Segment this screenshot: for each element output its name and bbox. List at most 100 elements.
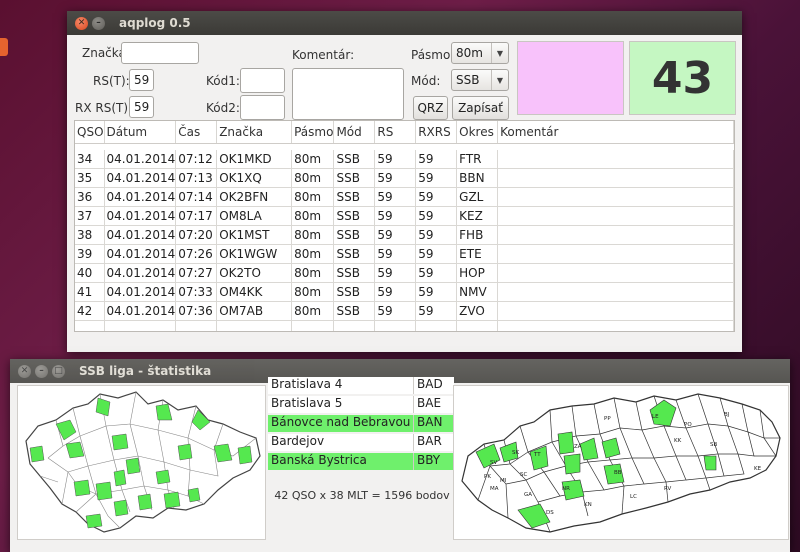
district-code: BAR <box>417 434 442 448</box>
district-name: Bánovce nad Bebravou <box>268 415 414 432</box>
table-cell: 07:26 <box>175 244 218 264</box>
column-header[interactable]: Mód <box>333 121 376 144</box>
district-code: BBY <box>417 453 441 467</box>
district-list-item[interactable]: Bratislava 4 BAD <box>268 377 454 394</box>
column-header[interactable]: Pásmo <box>291 121 335 144</box>
district-list-item[interactable]: Bardejov BAR <box>268 434 454 451</box>
district-name: Bardejov <box>268 434 414 451</box>
log-table: QSO Dátum Čas Značka Pásmo Mód RS RXRS Okres Kome… <box>75 121 734 331</box>
rst-input[interactable]: 59 <box>129 69 154 91</box>
table-cell: OM8LA <box>216 206 293 226</box>
table-cell: ETE <box>456 244 499 264</box>
table-cell: OK1MKD <box>216 150 293 169</box>
table-cell: SSB <box>333 244 376 264</box>
table-cell <box>374 320 417 331</box>
column-header[interactable]: Značka <box>216 121 293 144</box>
column-header[interactable]: QSO <box>75 121 105 144</box>
table-cell: OK2TO <box>216 263 293 283</box>
table-cell: HOP <box>456 263 499 283</box>
table-cell: 04.01.2014 <box>104 263 177 283</box>
table-cell: SSB <box>333 168 376 188</box>
district-list-item[interactable]: Banská Bystrica BBY <box>268 453 454 470</box>
table-cell: SSB <box>333 301 376 321</box>
table-cell: 41 <box>75 282 105 302</box>
close-icon[interactable]: ✕ <box>18 364 31 378</box>
callsign-input[interactable] <box>121 42 199 64</box>
district-name: Bratislava 5 <box>268 396 414 413</box>
district-list-item[interactable]: Bratislava 5 BAE <box>268 396 454 413</box>
map-district-label: MA <box>490 486 499 492</box>
district-list-item[interactable]: Bánovce nad Bebravou BAN <box>268 415 454 432</box>
table-cell: 80m <box>291 187 335 207</box>
column-header[interactable]: Čas <box>175 121 218 144</box>
table-cell: 07:33 <box>175 282 218 302</box>
column-header[interactable]: Okres <box>456 121 499 144</box>
table-row[interactable]: 41 04.01.2014 07:33 OM4KK 80m SSB 59 59 NMV <box>75 282 734 302</box>
table-cell: 04.01.2014 <box>104 168 177 188</box>
table-cell: 59 <box>415 187 458 207</box>
table-row[interactable]: 35 04.01.2014 07:13 OK1XQ 80m SSB 59 59 BBN <box>75 168 734 188</box>
table-row[interactable]: 37 04.01.2014 07:17 OM8LA 80m SSB 59 59 KEZ <box>75 206 734 226</box>
minimize-icon[interactable]: – <box>35 364 48 378</box>
qrz-button[interactable]: QRZ <box>413 96 448 120</box>
table-cell: 80m <box>291 244 335 264</box>
table-cell <box>497 187 734 207</box>
table-cell <box>75 320 105 331</box>
map-district-label: SC <box>520 472 527 478</box>
table-row[interactable]: 34 04.01.2014 07:12 OK1MKD 80m SSB 59 59 FTR <box>75 150 734 169</box>
maximize-icon[interactable]: □ <box>52 364 65 378</box>
district-name: Banská Bystrica <box>268 453 414 470</box>
comment-input[interactable] <box>292 68 404 120</box>
table-row[interactable]: 42 04.01.2014 07:36 OM7AB 80m SSB 59 59 ZVO <box>75 301 734 321</box>
table-cell <box>497 206 734 226</box>
rx-rst-input[interactable]: 59 <box>129 96 154 118</box>
main-window: ✕ – aqplog 0.5 Značka RS(T): 59 RX RS(T)… <box>67 11 742 352</box>
code2-input[interactable] <box>240 95 285 120</box>
table-cell: 04.01.2014 <box>104 282 177 302</box>
table-cell: OK1MST <box>216 225 293 245</box>
window-title: aqplog 0.5 <box>119 16 191 30</box>
table-cell: SSB <box>333 206 376 226</box>
table-cell: 59 <box>415 225 458 245</box>
map-district-label: NR <box>562 486 570 492</box>
table-row[interactable]: 40 04.01.2014 07:27 OK2TO 80m SSB 59 59 HOP <box>75 263 734 283</box>
table-row[interactable]: 39 04.01.2014 07:26 OK1WGW 80m SSB 59 59 ETE <box>75 244 734 264</box>
table-row[interactable]: 38 04.01.2014 07:20 OK1MST 80m SSB 59 59 FHB <box>75 225 734 245</box>
map-district-label: LC <box>630 494 637 500</box>
district-code: BAN <box>417 415 443 429</box>
map-district-label: MI <box>500 478 507 484</box>
minimize-icon[interactable]: – <box>92 16 105 30</box>
main-titlebar[interactable]: ✕ – aqplog 0.5 <box>67 11 742 35</box>
column-header[interactable]: RS <box>374 121 417 144</box>
chevron-down-icon: ▼ <box>491 70 508 90</box>
table-cell: 42 <box>75 301 105 321</box>
table-cell: 59 <box>415 263 458 283</box>
table-cell: FTR <box>456 150 499 169</box>
table-cell: 59 <box>374 282 417 302</box>
table-cell: 07:20 <box>175 225 218 245</box>
mode-select[interactable]: SSB ▼ <box>451 69 509 91</box>
table-cell: 35 <box>75 168 105 188</box>
table-cell <box>497 301 734 321</box>
close-icon[interactable]: ✕ <box>75 16 88 30</box>
save-button[interactable]: Zapísať <box>452 96 509 120</box>
stats-window: ✕ – □ SSB liga - štatistika Bratislava 4… <box>10 359 790 552</box>
district-list[interactable]: Bratislava 4 BAD Bratislava 5 BAE Bánovce na… <box>268 377 456 471</box>
column-header[interactable]: Komentár <box>497 121 734 144</box>
column-header[interactable]: Dátum <box>104 121 177 144</box>
column-header[interactable]: RXRS <box>415 121 458 144</box>
code1-input[interactable] <box>240 68 285 93</box>
map-district-label: DS <box>546 510 554 516</box>
slovakia-map: SK MI SV KE RV PO BJ LE PP SB KK TT NR ZA BB LC KN DS SC MA… <box>453 385 789 540</box>
table-cell: 59 <box>374 187 417 207</box>
table-cell: 80m <box>291 206 335 226</box>
band-select[interactable]: 80m ▼ <box>451 42 509 64</box>
table-cell: 36 <box>75 187 105 207</box>
table-cell: OK1WGW <box>216 244 293 264</box>
map-district-label: RV <box>664 486 672 492</box>
table-cell: 07:12 <box>175 150 218 169</box>
table-cell <box>415 320 458 331</box>
table-cell: 59 <box>374 168 417 188</box>
band-label: Pásmo: <box>411 48 455 62</box>
table-row[interactable]: 36 04.01.2014 07:14 OK2BFN 80m SSB 59 59 GZL <box>75 187 734 207</box>
